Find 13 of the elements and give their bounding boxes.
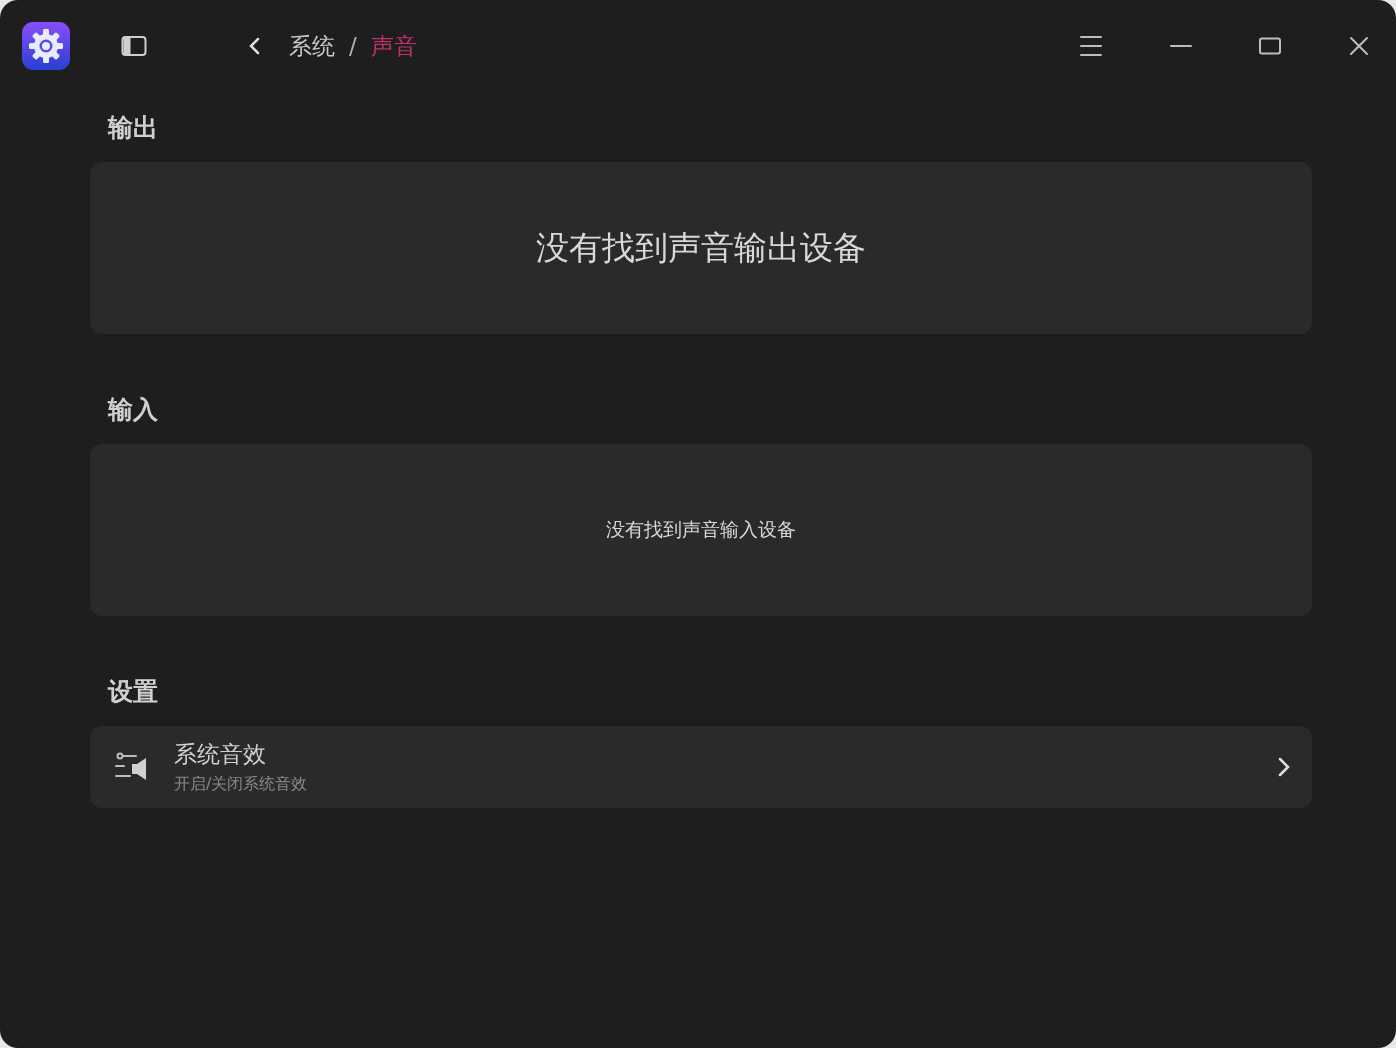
section-title: 输出 [108, 112, 159, 144]
row-subtitle: 开启/关闭系统音效 [174, 774, 309, 795]
empty-message: 没有找到声音输入设备 [606, 517, 796, 542]
section-title: 输入 [108, 394, 159, 426]
chevron-right-icon [1278, 757, 1290, 777]
section-title: 设置 [108, 676, 159, 708]
breadcrumb-separator: / [349, 33, 357, 59]
row-title: 系统音效 [174, 740, 267, 769]
empty-message: 没有找到声音输出设备 [536, 226, 866, 269]
breadcrumb-item[interactable]: 系统 [289, 30, 335, 62]
sound-settings-icon [114, 752, 148, 782]
settings-row[interactable]: 系统音效 开启/关闭系统音效 [90, 726, 1312, 808]
settings-app-icon[interactable] [22, 22, 70, 70]
